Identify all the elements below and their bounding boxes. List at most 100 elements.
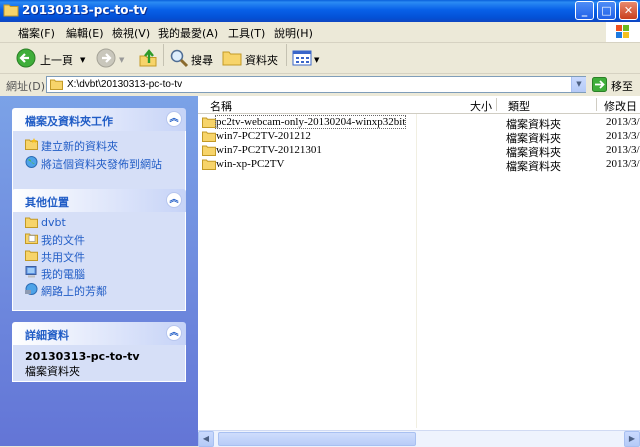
folders-button[interactable]: 資料夾 [220, 47, 282, 69]
details-panel: 詳細資料 ︽ 20130313-pc-to-tv 檔案資料夾 [12, 322, 186, 382]
task-new-folder-label: 建立新的資料夾 [41, 140, 118, 153]
table-row[interactable]: win7-PC2TV-20121301 檔案資料夾 2013/3/1 [198, 144, 640, 159]
search-button[interactable]: 搜尋 [167, 47, 217, 69]
file-name: win7-PC2TV-201212 [216, 130, 311, 142]
up-folder-icon [139, 49, 157, 67]
column-size[interactable]: 大小 [470, 98, 492, 114]
place-dvbt-label: dvbt [41, 216, 66, 229]
shared-documents-icon [25, 250, 38, 261]
address-dropdown-button[interactable]: ▼ [571, 77, 586, 92]
menu-file[interactable]: 檔案(F) [18, 25, 55, 41]
file-name: pc2tv-webcam-only-20130204-winxp32bit [214, 115, 407, 129]
place-my-documents[interactable]: 我的文件 [25, 231, 183, 247]
task-publish-web-label: 將這個資料夾發佈到網站 [41, 158, 162, 171]
back-button[interactable]: 上一頁 [14, 47, 84, 69]
table-row[interactable]: win7-PC2TV-201212 檔案資料夾 2013/3/1 [198, 130, 640, 145]
maximize-button[interactable]: □ [597, 1, 616, 20]
new-folder-icon [25, 138, 38, 150]
collapse-chevron-icon[interactable]: ︽ [166, 192, 182, 208]
menu-tools[interactable]: 工具(T) [228, 25, 265, 41]
place-dvbt[interactable]: dvbt [25, 215, 183, 231]
file-modified: 2013/3/1 [606, 144, 640, 156]
folder-icon [50, 79, 63, 90]
column-headers: 名稱 大小 類型 修改日 [198, 96, 640, 114]
tasks-panel-body: 建立新的資料夾 將這個資料夾發佈到網站 [12, 131, 186, 193]
close-button[interactable]: ✕ [619, 1, 638, 20]
go-button[interactable]: 移至 [592, 76, 638, 93]
menu-help[interactable]: 說明(H) [274, 25, 313, 41]
places-panel-body: dvbt 我的文件 共用文件 我的電腦 網路上的芳鄰 [12, 212, 186, 311]
file-type: 檔案資料夾 [506, 160, 561, 173]
address-label: 網址(D) [6, 80, 46, 93]
place-network[interactable]: 網路上的芳鄰 [25, 282, 183, 298]
table-row[interactable]: pc2tv-webcam-only-20130204-winxp32bit 檔案… [198, 115, 640, 131]
menu-edit[interactable]: 編輯(E) [66, 25, 104, 41]
details-panel-body: 20130313-pc-to-tv 檔案資料夾 [12, 345, 186, 382]
menu-favorites[interactable]: 我的最愛(A) [158, 25, 218, 41]
task-publish-web[interactable]: 將這個資料夾發佈到網站 [25, 155, 183, 171]
up-folder-button[interactable] [136, 47, 160, 69]
tasks-panel-title: 檔案及資料夾工作 [25, 115, 113, 128]
file-modified: 2013/3/1 [606, 158, 640, 170]
file-name: win7-PC2TV-20121301 [216, 144, 322, 156]
details-type: 檔案資料夾 [25, 365, 80, 378]
column-type[interactable]: 類型 [508, 98, 530, 114]
folder-icon [202, 131, 216, 142]
network-places-icon [25, 283, 38, 295]
folder-icon [202, 117, 216, 128]
task-pane: 檔案及資料夾工作 ︽ 建立新的資料夾 將這個資料夾發佈到網站 其他位置 ︽ dv… [0, 96, 198, 446]
file-modified: 2013/3/1 [606, 116, 640, 128]
address-field[interactable]: X:\dvbt\20130313-pc-to-tv ▼ [46, 76, 586, 93]
search-icon [170, 49, 189, 68]
file-name: win-xp-PC2TV [216, 158, 285, 170]
menu-bar: 檔案(F) 編輯(E) 檢視(V) 我的最愛(A) 工具(T) 說明(H) [0, 22, 640, 43]
scroll-thumb[interactable] [218, 432, 416, 446]
column-modified[interactable]: 修改日 [604, 98, 637, 114]
file-folder-tasks-panel: 檔案及資料夾工作 ︽ 建立新的資料夾 將這個資料夾發佈到網站 [12, 108, 186, 193]
place-my-documents-label: 我的文件 [41, 234, 85, 247]
places-panel-title: 其他位置 [25, 196, 69, 209]
details-panel-header[interactable]: 詳細資料 ︽ [12, 322, 186, 345]
place-my-computer[interactable]: 我的電腦 [25, 265, 183, 281]
publish-web-icon [25, 156, 38, 168]
forward-button[interactable]: ▼ [94, 47, 132, 69]
menu-view[interactable]: 檢視(V) [112, 25, 150, 41]
place-my-computer-label: 我的電腦 [41, 268, 85, 281]
table-row[interactable]: win-xp-PC2TV 檔案資料夾 2013/3/1 [198, 158, 640, 173]
horizontal-scrollbar[interactable]: ◀ ▶ [198, 430, 640, 447]
forward-dropdown-icon: ▼ [119, 56, 125, 64]
title-bar[interactable]: 20130313-pc-to-tv _ □ ✕ [0, 0, 640, 22]
tasks-panel-header[interactable]: 檔案及資料夾工作 ︽ [12, 108, 186, 131]
file-list-pane: 名稱 大小 類型 修改日 pc2tv-webcam-only-20130204-… [198, 96, 640, 447]
folder-icon [202, 159, 216, 170]
collapse-chevron-icon[interactable]: ︽ [166, 111, 182, 127]
my-computer-icon [25, 266, 37, 278]
task-new-folder[interactable]: 建立新的資料夾 [25, 137, 183, 153]
views-icon [292, 50, 312, 66]
collapse-chevron-icon[interactable]: ︽ [166, 325, 182, 341]
window-title: 20130313-pc-to-tv [22, 3, 147, 17]
minimize-button[interactable]: _ [575, 1, 594, 20]
go-label: 移至 [611, 80, 633, 93]
other-places-panel: 其他位置 ︽ dvbt 我的文件 共用文件 我的電腦 網路上的芳鄰 [12, 189, 186, 311]
file-modified: 2013/3/1 [606, 130, 640, 142]
address-path: X:\dvbt\20130313-pc-to-tv [67, 79, 183, 90]
places-panel-header[interactable]: 其他位置 ︽ [12, 189, 186, 212]
toolbar: 上一頁 ▼ ▼ 搜尋 資料夾 ▼ [0, 43, 640, 74]
my-documents-icon [25, 233, 38, 244]
folders-label: 資料夾 [245, 54, 278, 67]
views-dropdown-icon: ▼ [314, 56, 320, 64]
details-name: 20130313-pc-to-tv [25, 350, 140, 363]
views-button[interactable]: ▼ [290, 47, 324, 69]
back-arrow-icon [16, 48, 36, 68]
search-label: 搜尋 [191, 54, 213, 67]
place-shared-documents[interactable]: 共用文件 [25, 248, 183, 264]
scroll-left-button[interactable]: ◀ [198, 431, 214, 447]
back-dropdown-icon[interactable]: ▼ [80, 56, 85, 64]
address-bar: 網址(D) X:\dvbt\20130313-pc-to-tv ▼ 移至 [0, 74, 640, 97]
scroll-right-button[interactable]: ▶ [624, 431, 640, 447]
place-network-label: 網路上的芳鄰 [41, 285, 107, 298]
column-name[interactable]: 名稱 [210, 98, 232, 114]
windows-flag-icon [616, 25, 629, 38]
back-label: 上一頁 [40, 54, 73, 67]
